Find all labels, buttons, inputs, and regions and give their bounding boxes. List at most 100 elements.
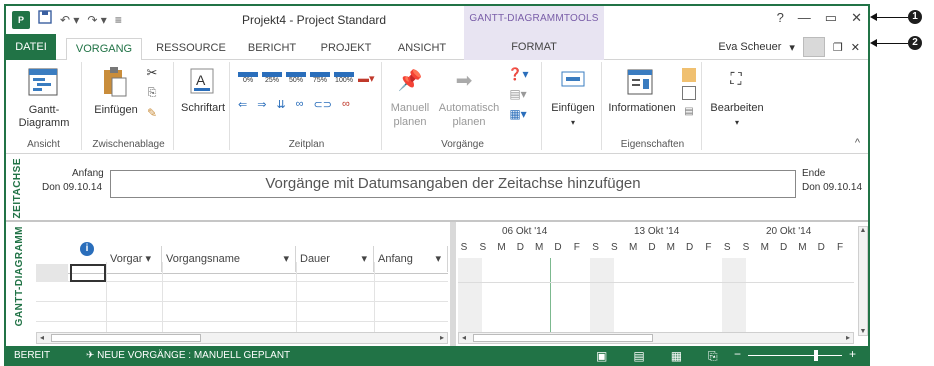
scroll-right-icon[interactable]: ▸ — [843, 333, 853, 343]
table-scroll-thumb[interactable] — [51, 334, 201, 342]
format-painter-icon[interactable]: ✎ — [144, 106, 160, 120]
restore-button[interactable]: ▭ — [825, 10, 837, 26]
scroll-up-icon[interactable]: ▲ — [859, 227, 867, 234]
auto-schedule-icon[interactable]: ➡ — [450, 68, 478, 92]
pushpin-icon[interactable]: 📌 — [398, 68, 423, 92]
link-tasks-icon[interactable]: ∞ — [296, 98, 304, 111]
project-app-icon[interactable]: P — [12, 10, 30, 29]
information-button[interactable]: Informationen — [604, 102, 680, 115]
zoom-in-icon[interactable]: + — [849, 347, 856, 361]
add-to-timeline-icon[interactable]: ▤ — [682, 104, 696, 118]
zoom-out-icon[interactable]: − — [734, 347, 741, 361]
gantt-button-line1[interactable]: Gantt- — [10, 104, 78, 117]
information-icon[interactable] — [626, 68, 654, 96]
manual-schedule-line1[interactable]: Manuell — [384, 102, 436, 115]
scroll-left-icon[interactable]: ◂ — [459, 333, 469, 343]
cut-icon[interactable]: ✂ — [144, 65, 160, 80]
resource-sheet-view-icon[interactable]: ⎘ — [708, 349, 718, 364]
unlink-tasks-icon[interactable]: ⊂⊃ — [314, 98, 332, 111]
edit-button[interactable]: Bearbeiten — [704, 102, 770, 115]
timeline-bar[interactable]: Vorgänge mit Datumsangaben der Zeitachse… — [110, 170, 796, 198]
inspect-icon[interactable]: ❓▾ — [508, 66, 529, 82]
indent-icon[interactable]: ⇒ — [257, 98, 266, 111]
edit-caret-icon[interactable]: ▾ — [704, 116, 770, 129]
active-cell[interactable] — [70, 264, 106, 282]
percent-50-button[interactable]: 50% — [286, 72, 306, 85]
table-row[interactable] — [36, 302, 448, 322]
insert-caret-icon[interactable]: ▾ — [544, 116, 602, 129]
tab-file[interactable]: DATEI — [6, 34, 56, 60]
mark-on-track-icon[interactable]: ▬▾ — [358, 72, 375, 85]
avatar[interactable] — [802, 37, 825, 57]
day-label: M — [629, 242, 638, 253]
insert-task-icon[interactable] — [560, 68, 586, 92]
move-icon[interactable]: ▤▾ — [508, 86, 528, 102]
row-selector[interactable] — [36, 264, 68, 282]
info-column-icon[interactable]: i — [80, 242, 94, 256]
team-planner-view-icon[interactable]: ▦ — [671, 349, 682, 364]
save-icon[interactable] — [38, 10, 52, 29]
minimize-button[interactable]: — — [798, 10, 811, 26]
binoculars-icon[interactable]: ⛶ — [724, 68, 748, 92]
zoom-slider[interactable]: − + — [734, 347, 856, 363]
help-button[interactable]: ? — [777, 10, 784, 26]
gantt-view-icon[interactable]: ▣ — [596, 349, 607, 364]
gantt-scroll-thumb[interactable] — [473, 334, 653, 342]
vertical-scrollbar[interactable]: ▲ ▼ — [858, 226, 868, 336]
percent-25-button[interactable]: 25% — [262, 72, 282, 85]
status-task-mode[interactable]: ✈ NEUE VORGÄNGE : MANUELL GEPLANT — [86, 350, 290, 361]
details-icon[interactable] — [682, 86, 696, 100]
user-name[interactable]: Eva Scheuer — [718, 41, 781, 53]
font-button[interactable]: Schriftart — [176, 102, 230, 115]
day-label: M — [798, 242, 807, 253]
table-row[interactable] — [36, 262, 448, 282]
pane-divider[interactable] — [450, 222, 456, 346]
table-row[interactable] — [36, 282, 448, 302]
percent-0-button[interactable]: 0% — [238, 72, 258, 85]
doc-restore-button[interactable]: ❐ — [833, 41, 843, 54]
doc-close-button[interactable]: ✕ — [851, 41, 860, 54]
mode-icon[interactable]: ▦▾ — [508, 106, 528, 122]
scroll-left-icon[interactable]: ◂ — [37, 333, 47, 343]
split-task-icon[interactable]: ∞ — [342, 98, 350, 111]
callout-line — [876, 43, 908, 44]
day-label: D — [685, 242, 694, 253]
outdent-icon[interactable]: ⇐ — [238, 98, 247, 111]
auto-schedule-line1[interactable]: Automatisch — [436, 102, 502, 115]
paste-button[interactable]: Einfügen — [86, 104, 146, 117]
tab-bericht[interactable]: BERICHT — [242, 38, 302, 60]
redo-icon[interactable]: ↷ ▾ — [87, 11, 106, 29]
task-usage-view-icon[interactable]: ▤ — [633, 349, 644, 364]
percent-100-button[interactable]: 100% — [334, 72, 354, 85]
tab-format[interactable]: FORMAT — [464, 34, 604, 60]
insert-button[interactable]: Einfügen — [544, 102, 602, 115]
gantt-button-line2[interactable]: Diagramm — [10, 117, 78, 130]
paste-icon[interactable] — [102, 66, 128, 98]
gantt-chart-icon[interactable] — [28, 68, 58, 96]
table-horizontal-scrollbar[interactable]: ◂ ▸ — [36, 332, 448, 344]
copy-icon[interactable]: ⎘ — [144, 86, 160, 100]
font-icon[interactable]: A — [190, 68, 214, 94]
undo-icon[interactable]: ↶ ▾ — [60, 11, 79, 29]
percent-75-button[interactable]: 75% — [310, 72, 330, 85]
customize-qat-icon[interactable]: ≡ — [115, 11, 122, 29]
tab-projekt[interactable]: PROJEKT — [314, 38, 378, 60]
notes-icon[interactable] — [682, 68, 696, 82]
manual-schedule-line2[interactable]: planen — [384, 116, 436, 129]
gantt-horizontal-scrollbar[interactable]: ◂ ▸ — [458, 332, 854, 344]
user-caret-icon[interactable]: ▾ — [789, 41, 795, 54]
day-label: D — [779, 242, 788, 253]
scroll-down-icon[interactable]: ▼ — [859, 328, 867, 335]
collapse-ribbon-icon[interactable]: ^ — [855, 137, 860, 149]
tab-ansicht[interactable]: ANSICHT — [392, 38, 452, 60]
scroll-right-icon[interactable]: ▸ — [437, 333, 447, 343]
zoom-thumb[interactable] — [814, 350, 818, 361]
auto-schedule-line2[interactable]: planen — [436, 116, 502, 129]
inactivate-icon[interactable]: ⇊ — [276, 98, 285, 111]
close-button[interactable]: ✕ — [851, 10, 862, 26]
tab-ressource[interactable]: RESSOURCE — [156, 38, 226, 60]
day-header: SSMDMDFSSMDMDFSSMDMDF — [458, 242, 854, 258]
status-ready: BEREIT — [14, 350, 51, 361]
tab-vorgang[interactable]: VORGANG — [66, 38, 142, 61]
group-vorgaenge: 📌 Manuell planen ➡ Automatisch planen ❓▾… — [384, 62, 542, 150]
